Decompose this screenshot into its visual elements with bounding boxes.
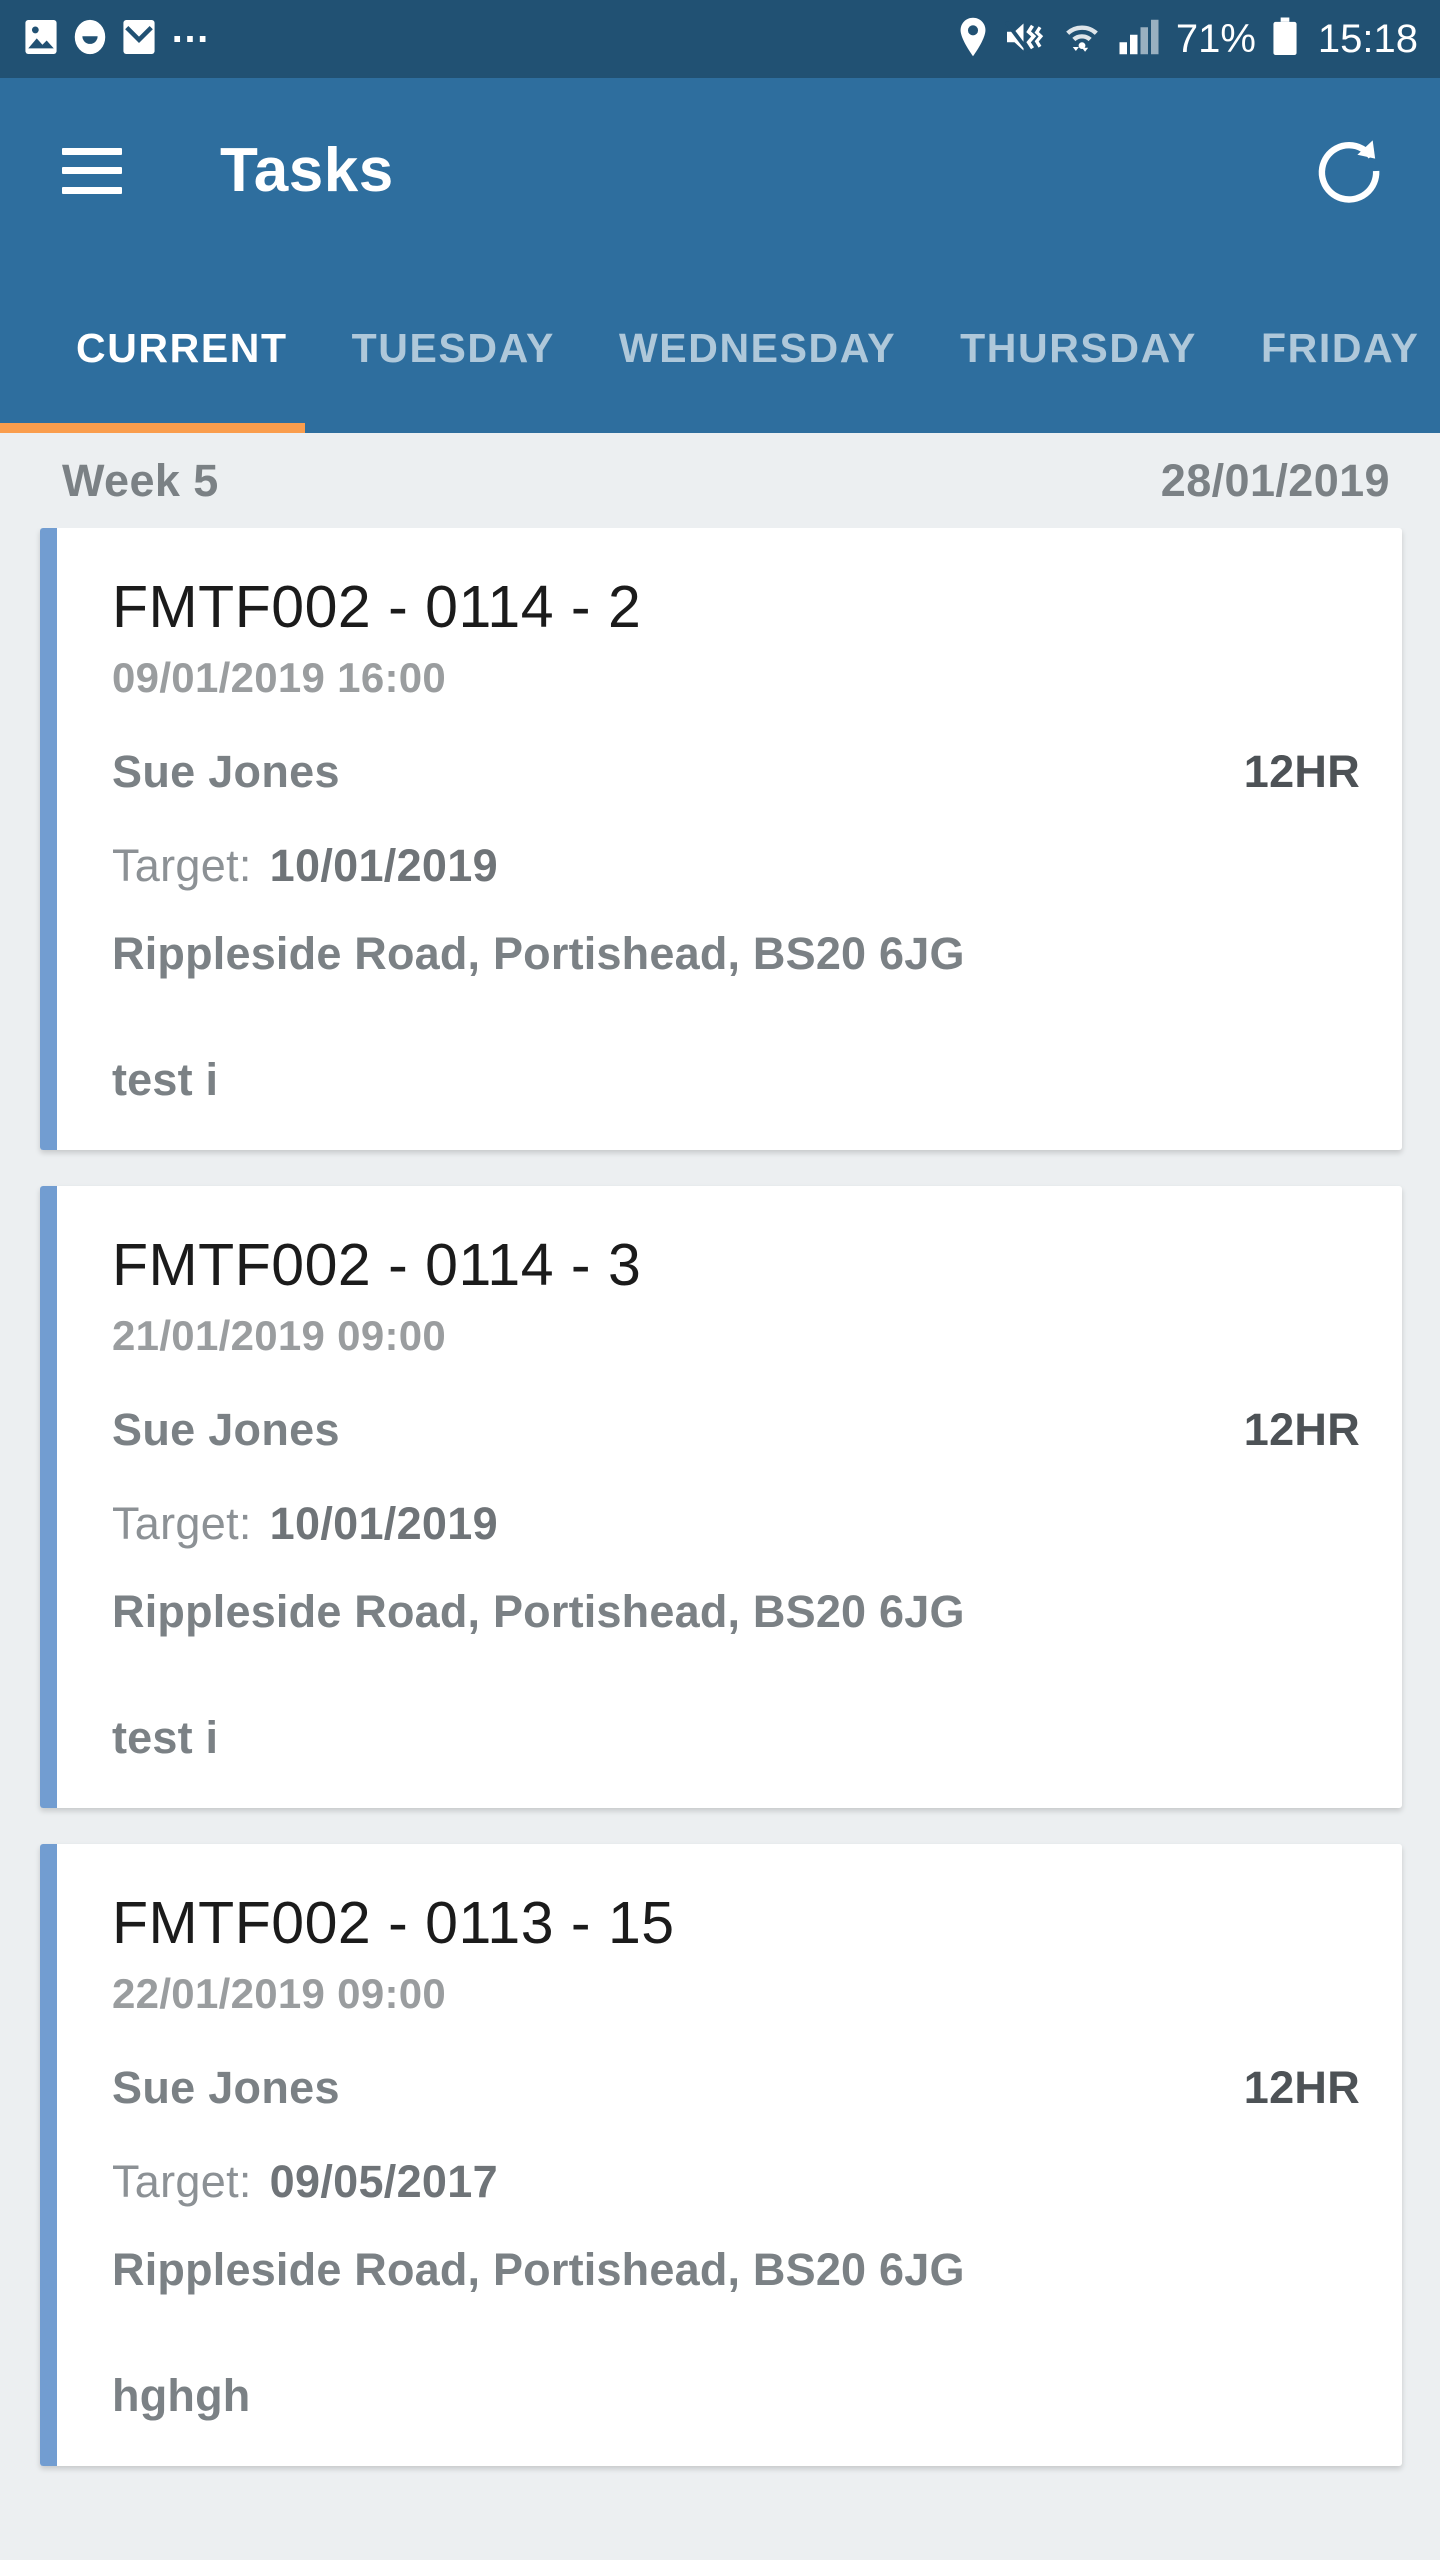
task-card[interactable]: FMTF002 - 0114 - 3 21/01/2019 09:00 Sue … [40,1186,1402,1809]
tab-current[interactable]: CURRENT [44,325,320,372]
task-address: Rippleside Road, Portishead, BS20 6JG [112,928,965,980]
task-target-row: Target: 10/01/2019 [112,840,1360,892]
task-address: Rippleside Road, Portishead, BS20 6JG [112,1586,965,1638]
status-bar-notifications: … [24,7,212,61]
task-meta-row: Sue Jones 12HR [112,1404,1360,1456]
task-person: Sue Jones [112,746,340,798]
task-target-value: 09/05/2017 [269,2156,498,2208]
location-icon [958,17,988,62]
refresh-icon[interactable] [1306,128,1392,214]
image-icon [24,18,58,61]
status-bar-system: 71% 15:18 [958,17,1418,62]
status-clock: 15:18 [1317,16,1418,61]
task-duration: 12HR [1243,746,1360,798]
task-duration: 12HR [1243,1404,1360,1456]
task-target-label: Target: [112,1498,252,1550]
task-title: FMTF002 - 0114 - 3 [112,1232,642,1299]
task-address: Rippleside Road, Portishead, BS20 6JG [112,2244,965,2296]
battery-percent-label: 71% [1175,16,1256,61]
tab-tuesday[interactable]: TUESDAY [320,325,587,372]
task-card[interactable]: FMTF002 - 0114 - 2 09/01/2019 16:00 Sue … [40,528,1402,1151]
task-target-label: Target: [112,2156,252,2208]
week-date: 28/01/2019 [1160,454,1390,506]
tab-wednesday[interactable]: WEDNESDAY [587,325,928,372]
task-datetime: 21/01/2019 09:00 [112,1312,447,1360]
page-title: Tasks [220,136,394,205]
mute-vibrate-icon [1004,18,1046,61]
task-meta-row: Sue Jones 12HR [112,746,1360,798]
task-list: FMTF002 - 0114 - 2 09/01/2019 16:00 Sue … [0,528,1440,2560]
hamburger-icon[interactable] [62,147,122,194]
app-root: … 71% 15:18 Tasks CURRENT TUESDAY WEDNES… [0,0,1440,2560]
task-card[interactable]: FMTF002 - 0113 - 15 22/01/2019 09:00 Sue… [40,1844,1402,2467]
task-target-row: Target: 10/01/2019 [112,1498,1360,1550]
task-note: hghgh [112,2370,251,2422]
tab-thursday[interactable]: THURSDAY [928,325,1229,372]
task-note: test i [112,1712,219,1764]
task-target-label: Target: [112,840,252,892]
tab-active-indicator [0,423,305,433]
task-target-row: Target: 09/05/2017 [112,2156,1360,2208]
task-note: test i [112,1054,219,1106]
task-datetime: 22/01/2019 09:00 [112,1970,447,2018]
task-target-value: 10/01/2019 [269,840,498,892]
week-header: Week 5 28/01/2019 [0,433,1440,528]
week-label: Week 5 [62,454,219,506]
notification-overflow-icon: … [170,7,212,51]
smiley-icon [72,18,108,61]
task-duration: 12HR [1243,2062,1360,2114]
task-meta-row: Sue Jones 12HR [112,2062,1360,2114]
battery-icon [1272,17,1298,62]
day-tabs[interactable]: CURRENT TUESDAY WEDNESDAY THURSDAY FRIDA… [0,263,1440,433]
wifi-icon [1062,17,1102,62]
task-datetime: 09/01/2019 16:00 [112,654,447,702]
task-person: Sue Jones [112,1404,340,1456]
task-target-value: 10/01/2019 [269,1498,498,1550]
task-title: FMTF002 - 0114 - 2 [112,574,642,640]
tab-friday[interactable]: FRIDAY [1229,325,1440,372]
status-bar: … 71% 15:18 [0,0,1440,78]
task-title: FMTF002 - 0113 - 15 [112,1890,675,1957]
app-bar: Tasks [0,78,1440,263]
mail-icon [122,18,156,61]
signal-icon [1118,18,1160,61]
task-person: Sue Jones [112,2062,340,2114]
